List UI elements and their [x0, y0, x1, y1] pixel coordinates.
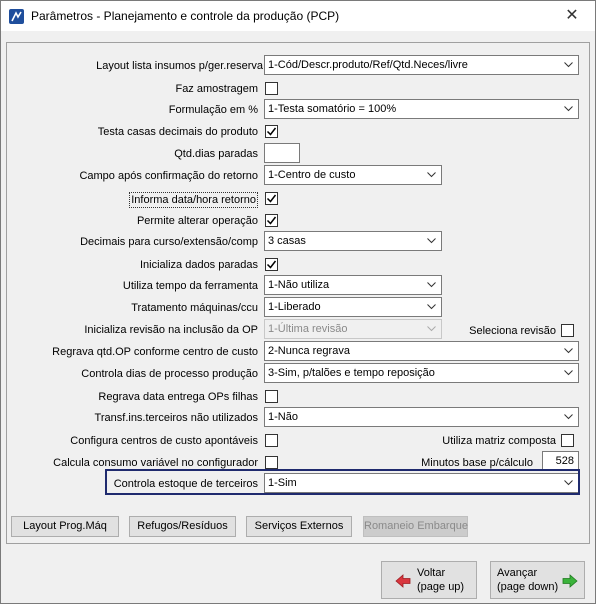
checkmark-icon — [266, 260, 277, 269]
utiliza-tempo-label: Utiliza tempo da ferramenta — [122, 280, 258, 292]
configura-centros-label: Configura centros de custo apontáveis — [70, 435, 258, 447]
arrow-right-icon — [562, 574, 578, 588]
chevron-down-icon — [423, 298, 441, 316]
regrava-qtd-label: Regrava qtd.OP conforme centro de custo — [52, 346, 258, 358]
voltar-button[interactable]: Voltar (page up) — [381, 561, 477, 599]
utiliza-tempo-value: 1-Não utiliza — [268, 279, 330, 291]
minutos-base-input[interactable]: 528 — [542, 451, 579, 471]
checkmark-icon — [266, 127, 277, 136]
permite-alterar-label: Permite alterar operação — [136, 215, 258, 227]
controla-dias-label: Controla dias de processo produção — [81, 368, 258, 380]
chevron-down-icon — [560, 408, 578, 426]
regrava-qtd-select[interactable]: 2-Nunca regrava — [264, 341, 579, 361]
utiliza-matriz-label: Utiliza matriz composta — [442, 435, 556, 447]
qtd-dias-input[interactable] — [264, 143, 300, 163]
avancar-label-1: Avançar — [497, 567, 538, 579]
formulacao-label: Formulação em % — [168, 104, 258, 116]
tratamento-label: Tratamento máquinas/ccu — [131, 302, 258, 314]
title-bar: Parâmetros - Planejamento e controle da … — [1, 1, 595, 31]
chevron-down-icon — [560, 364, 578, 382]
chevron-down-icon — [423, 276, 441, 294]
decimais-value: 3 casas — [268, 235, 306, 247]
refugos-button[interactable]: Refugos/Resíduos — [129, 516, 236, 537]
parametros-window: Parâmetros - Planejamento e controle da … — [0, 0, 596, 604]
parameters-panel: Layout lista insumos p/ger.reserva 1-Cód… — [6, 42, 590, 544]
controla-dias-value: 3-Sim, p/talões e tempo reposição — [268, 367, 435, 379]
avancar-label-2: (page down) — [497, 581, 559, 593]
informa-data-checkbox[interactable] — [265, 192, 278, 205]
checkmark-icon — [266, 216, 277, 225]
formulacao-select[interactable]: 1-Testa somatório = 100% — [264, 99, 579, 119]
controla-dias-select[interactable]: 3-Sim, p/talões e tempo reposição — [264, 363, 579, 383]
voltar-label-2: (page up) — [417, 581, 465, 593]
seleciona-revisao-checkbox[interactable] — [561, 324, 574, 337]
romaneio-embarque-button[interactable]: Romaneio Embarque — [363, 516, 468, 537]
formulacao-value: 1-Testa somatório = 100% — [268, 103, 397, 115]
app-logo-icon — [9, 9, 24, 24]
permite-alterar-checkbox[interactable] — [265, 214, 278, 227]
focus-highlight-box — [105, 469, 580, 495]
calcula-consumo-label: Calcula consumo variável no configurador — [53, 457, 258, 469]
inicializa-revisao-select[interactable]: 1-Última revisão — [264, 319, 442, 339]
inicializa-dados-checkbox[interactable] — [265, 258, 278, 271]
chevron-down-icon — [560, 56, 578, 74]
chevron-down-icon — [423, 166, 441, 184]
utiliza-matriz-checkbox[interactable] — [561, 434, 574, 447]
transf-ins-label: Transf.ins.terceiros não utilizados — [94, 412, 258, 424]
testa-casas-label: Testa casas decimais do produto — [97, 126, 258, 138]
calcula-consumo-checkbox[interactable] — [265, 456, 278, 469]
informa-data-label: Informa data/hora retorno — [129, 192, 258, 208]
arrow-left-icon — [395, 574, 411, 588]
transf-ins-select[interactable]: 1-Não — [264, 407, 579, 427]
checkmark-icon — [266, 194, 277, 203]
tratamento-select[interactable]: 1-Liberado — [264, 297, 442, 317]
configura-centros-checkbox[interactable] — [265, 434, 278, 447]
chevron-down-icon — [560, 100, 578, 118]
testa-casas-checkbox[interactable] — [265, 125, 278, 138]
layout-lista-label: Layout lista insumos p/ger.reserva — [96, 60, 263, 72]
qtd-dias-label: Qtd.dias paradas — [174, 148, 258, 160]
campo-apos-value: 1-Centro de custo — [268, 169, 356, 181]
layout-lista-value: 1-Cód/Descr.produto/Ref/Qtd.Neces/livre — [268, 59, 468, 71]
close-button[interactable]: ✕ — [549, 1, 595, 31]
transf-ins-value: 1-Não — [268, 411, 298, 423]
faz-amostragem-label: Faz amostragem — [175, 83, 258, 95]
chevron-down-icon — [423, 320, 441, 338]
utiliza-tempo-select[interactable]: 1-Não utiliza — [264, 275, 442, 295]
avancar-button[interactable]: Avançar (page down) — [490, 561, 585, 599]
decimais-label: Decimais para curso/extensão/comp — [80, 236, 258, 248]
campo-apos-label: Campo após confirmação do retorno — [79, 170, 258, 182]
voltar-label-1: Voltar — [417, 567, 446, 579]
chevron-down-icon — [423, 232, 441, 250]
faz-amostragem-checkbox[interactable] — [265, 82, 278, 95]
seleciona-revisao-label: Seleciona revisão — [469, 325, 556, 337]
regrava-data-label: Regrava data entrega OPs filhas — [98, 391, 258, 403]
decimais-select[interactable]: 3 casas — [264, 231, 442, 251]
tratamento-value: 1-Liberado — [268, 301, 321, 313]
minutos-base-label: Minutos base p/cálculo — [421, 457, 533, 469]
layout-lista-select[interactable]: 1-Cód/Descr.produto/Ref/Qtd.Neces/livre — [264, 55, 579, 75]
campo-apos-select[interactable]: 1-Centro de custo — [264, 165, 442, 185]
regrava-qtd-value: 2-Nunca regrava — [268, 345, 350, 357]
inicializa-revisao-value: 1-Última revisão — [268, 323, 348, 335]
window-title: Parâmetros - Planejamento e controle da … — [31, 9, 340, 23]
layout-prog-button[interactable]: Layout Prog.Máq — [11, 516, 119, 537]
inicializa-dados-label: Inicializa dados paradas — [139, 259, 258, 271]
servicos-externos-button[interactable]: Serviços Externos — [246, 516, 352, 537]
regrava-data-checkbox[interactable] — [265, 390, 278, 403]
inicializa-revisao-label: Inicializa revisão na inclusão da OP — [84, 324, 258, 336]
chevron-down-icon — [560, 342, 578, 360]
